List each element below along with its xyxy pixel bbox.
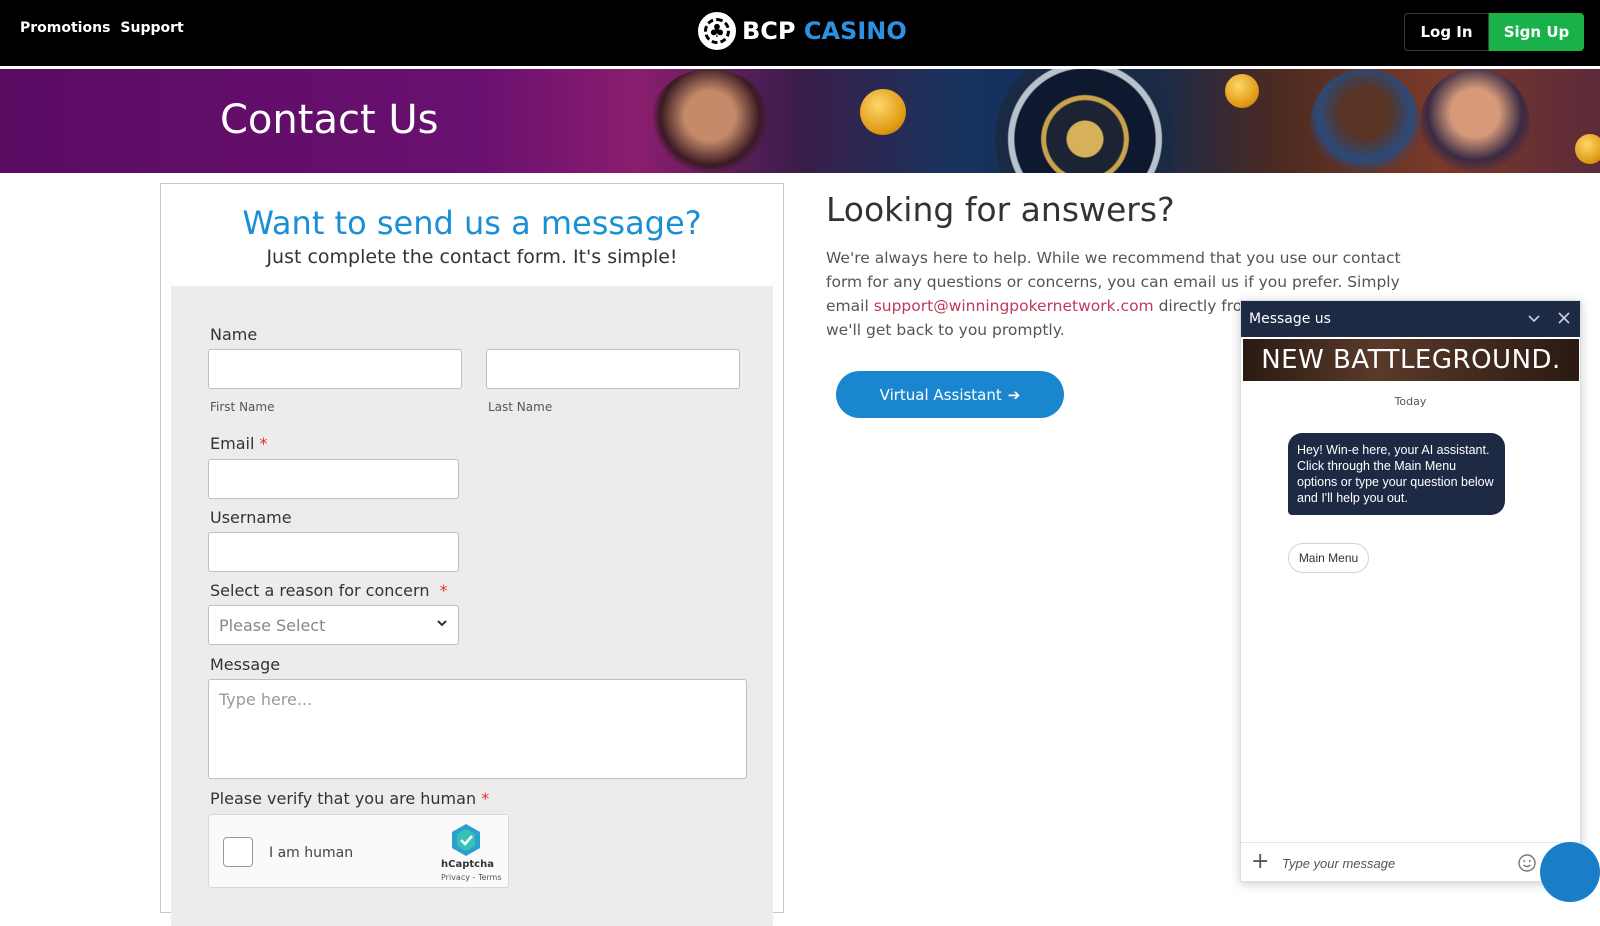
poker-chip-icon: ♣ bbox=[698, 12, 736, 50]
chat-input-bar: + Type your message bbox=[1241, 842, 1580, 882]
chevron-down-icon[interactable] bbox=[1527, 311, 1541, 325]
plus-icon[interactable]: + bbox=[1251, 851, 1269, 873]
coin-icon bbox=[1225, 74, 1259, 108]
nav-support-link[interactable]: Support bbox=[120, 20, 183, 36]
answers-title: Looking for answers? bbox=[826, 190, 1175, 229]
top-nav: Promotions Support ♣ BCP CASINO Log In S… bbox=[0, 0, 1600, 66]
username-label: Username bbox=[210, 508, 292, 527]
chat-launcher-button[interactable] bbox=[1540, 842, 1600, 902]
coin-icon bbox=[860, 89, 906, 135]
nav-promotions-link[interactable]: Promotions bbox=[20, 20, 110, 36]
chat-message-input[interactable]: Type your message bbox=[1282, 856, 1395, 871]
captcha-links[interactable]: Privacy - Terms bbox=[441, 873, 502, 882]
virtual-assistant-button[interactable]: Virtual Assistant ➔ bbox=[836, 371, 1064, 418]
main-menu-button[interactable]: Main Menu bbox=[1288, 543, 1369, 573]
emoji-icon[interactable] bbox=[1517, 853, 1537, 873]
banner-image-player-one bbox=[1310, 69, 1420, 173]
chat-promo-banner[interactable]: NEW BATTLEGROUND. bbox=[1243, 339, 1579, 381]
reason-select[interactable]: Please Select bbox=[208, 605, 459, 645]
chat-header: Message us bbox=[1241, 301, 1580, 337]
login-button[interactable]: Log In bbox=[1404, 13, 1489, 51]
chat-widget: Message us NEW BATTLEGROUND. Today Hey! … bbox=[1240, 300, 1581, 882]
message-textarea[interactable]: Type here... bbox=[208, 679, 747, 779]
signup-button[interactable]: Sign Up bbox=[1489, 13, 1584, 51]
coin-icon bbox=[1575, 134, 1600, 164]
banner-image-player-two bbox=[1420, 69, 1530, 173]
captcha-brand: hCaptcha bbox=[441, 859, 494, 870]
form-title: Want to send us a message? bbox=[242, 204, 702, 242]
chat-date-separator: Today bbox=[1394, 395, 1427, 408]
message-label: Message bbox=[210, 655, 281, 674]
bot-message-bubble: Hey! Win-e here, your AI assistant. Clic… bbox=[1288, 433, 1505, 515]
close-icon[interactable] bbox=[1557, 311, 1571, 325]
chevron-down-icon bbox=[437, 620, 447, 627]
support-email-link[interactable]: support@winningpokernetwork.com bbox=[874, 297, 1154, 315]
email-field[interactable] bbox=[208, 459, 459, 499]
captcha-checkbox[interactable] bbox=[223, 837, 253, 867]
virtual-assistant-label: Virtual Assistant bbox=[879, 385, 1002, 404]
page-title: Contact Us bbox=[220, 97, 439, 143]
brand-name: BCP CASINO bbox=[742, 17, 907, 45]
last-name-input[interactable] bbox=[486, 349, 740, 389]
username-field[interactable] bbox=[208, 532, 459, 572]
first-name-hint: First Name bbox=[210, 400, 275, 414]
email-label: Email * bbox=[210, 434, 268, 453]
contact-form-card: Want to send us a message? Just complete… bbox=[160, 183, 784, 926]
arrow-right-icon: ➔ bbox=[1007, 385, 1021, 404]
hero-banner: Contact Us bbox=[0, 69, 1600, 173]
banner-image-woman bbox=[650, 69, 770, 173]
brand-logo[interactable]: ♣ BCP CASINO bbox=[698, 12, 907, 50]
chat-header-title: Message us bbox=[1249, 311, 1331, 327]
contact-form: Name First Name Last Name Email * Userna… bbox=[171, 286, 773, 926]
name-label: Name bbox=[210, 325, 258, 344]
captcha-label: I am human bbox=[269, 845, 354, 861]
form-subtitle: Just complete the contact form. It's sim… bbox=[266, 246, 678, 268]
reason-select-value: Please Select bbox=[219, 616, 326, 635]
first-name-input[interactable] bbox=[208, 349, 462, 389]
hcaptcha-logo-icon bbox=[452, 824, 480, 856]
reason-label: Select a reason for concern * bbox=[210, 581, 448, 600]
banner-image-roulette bbox=[995, 69, 1175, 173]
nav-links: Promotions Support bbox=[20, 20, 184, 36]
last-name-hint: Last Name bbox=[488, 400, 553, 414]
hcaptcha-widget: I am human hCaptcha Privacy - Terms bbox=[208, 814, 509, 888]
verify-label: Please verify that you are human * bbox=[210, 789, 490, 808]
